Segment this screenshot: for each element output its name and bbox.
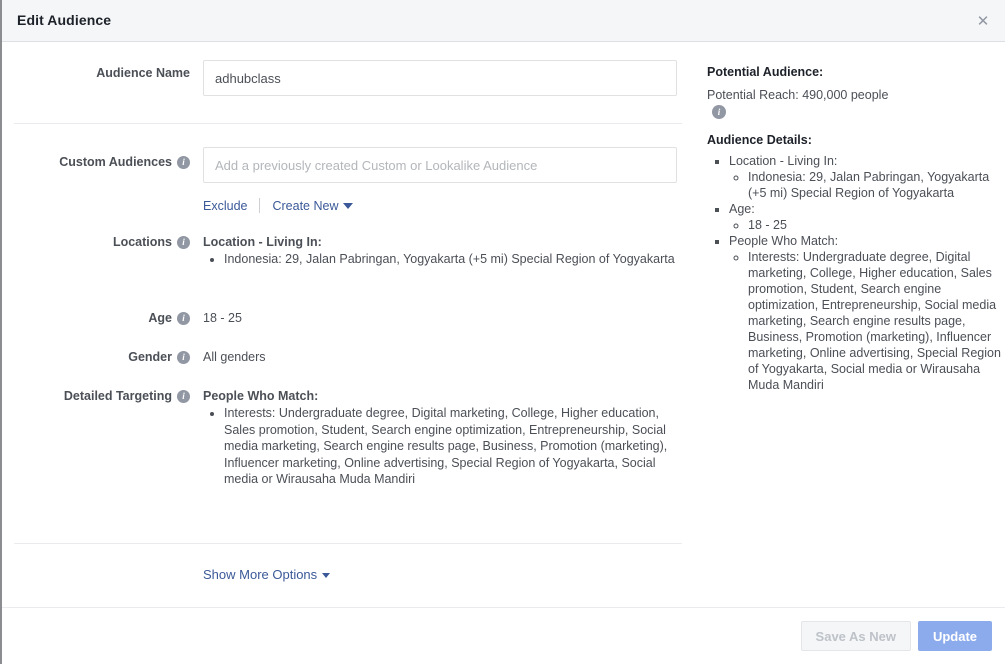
divider-top xyxy=(14,123,682,124)
info-icon[interactable]: i xyxy=(177,155,190,169)
detail-label: Age: xyxy=(729,202,755,216)
detailed-targeting-value[interactable]: People Who Match: Interests: Undergradua… xyxy=(203,389,683,488)
gender-label: Gender i xyxy=(2,350,190,364)
list-item: Interests: Undergraduate degree, Digital… xyxy=(748,249,1005,393)
dialog-footer: Save As New Update xyxy=(2,607,1005,665)
audience-form: Audience Name Custom Audiences i Exclude xyxy=(2,43,697,607)
locations-label-text: Locations xyxy=(112,235,172,249)
gender-value[interactable]: All genders xyxy=(203,350,683,364)
custom-audiences-label: Custom Audiences i xyxy=(2,155,190,169)
list-item: Age: 18 - 25 xyxy=(729,201,1005,233)
chevron-down-icon xyxy=(343,203,354,210)
detail-label: People Who Match: xyxy=(729,234,839,248)
detailed-targeting-label: Detailed Targeting i xyxy=(2,389,190,403)
age-label: Age i xyxy=(2,311,190,325)
list-item: People Who Match: Interests: Undergradua… xyxy=(729,233,1005,393)
close-icon[interactable]: ✕ xyxy=(971,10,995,34)
custom-audiences-input[interactable] xyxy=(203,147,677,183)
detail-sublist: Indonesia: 29, Jalan Pabringan, Yogyakar… xyxy=(729,169,1005,201)
audience-name-label: Audience Name xyxy=(2,66,190,80)
save-as-new-button[interactable]: Save As New xyxy=(800,621,911,651)
detail-sublist: Interests: Undergraduate degree, Digital… xyxy=(729,249,1005,393)
audience-details-title: Audience Details: xyxy=(707,133,812,147)
age-value[interactable]: 18 - 25 xyxy=(203,311,683,325)
detailed-targeting-list: Interests: Undergraduate degree, Digital… xyxy=(203,405,683,488)
list-item: 18 - 25 xyxy=(748,217,1005,233)
detail-label: Location - Living In: xyxy=(729,154,838,168)
list-item: Indonesia: 29, Jalan Pabringan, Yogyakar… xyxy=(748,169,1005,201)
exclude-link[interactable]: Exclude xyxy=(203,199,247,213)
show-more-options-label: Show More Options xyxy=(203,567,318,582)
locations-list: Indonesia: 29, Jalan Pabringan, Yogyakar… xyxy=(203,251,683,268)
create-new-link-text: Create New xyxy=(272,198,339,213)
gender-label-text: Gender xyxy=(128,350,172,364)
update-button[interactable]: Update xyxy=(917,621,992,651)
info-icon[interactable]: i xyxy=(177,350,190,364)
chevron-down-icon xyxy=(322,573,331,579)
edit-audience-dialog: Edit Audience ✕ Audience Name Custom Aud… xyxy=(0,0,1005,665)
dialog-body: Audience Name Custom Audiences i Exclude xyxy=(2,43,1005,607)
link-divider xyxy=(259,198,261,213)
info-icon[interactable]: i xyxy=(177,389,190,403)
list-item: Location - Living In: Indonesia: 29, Jal… xyxy=(729,153,1005,201)
audience-details-list: Location - Living In: Indonesia: 29, Jal… xyxy=(707,153,1005,393)
custom-audiences-links: Exclude Create New xyxy=(203,198,354,213)
audience-summary-panel: Potential Audience: Potential Reach: 490… xyxy=(707,43,1005,607)
page-title: Edit Audience xyxy=(17,12,112,28)
list-item: Interests: Undergraduate degree, Digital… xyxy=(224,405,683,488)
info-icon[interactable]: i xyxy=(177,311,190,325)
locations-value[interactable]: Location - Living In: Indonesia: 29, Jal… xyxy=(203,235,683,268)
audience-name-input[interactable] xyxy=(203,60,677,96)
custom-audiences-label-text: Custom Audiences xyxy=(59,155,172,169)
age-label-text: Age xyxy=(148,311,172,325)
list-item: Indonesia: 29, Jalan Pabringan, Yogyakar… xyxy=(224,251,683,268)
detailed-targeting-heading: People Who Match: xyxy=(203,389,319,403)
audience-name-label-text: Audience Name xyxy=(96,66,190,80)
potential-audience-title: Potential Audience: xyxy=(707,65,824,79)
divider-bottom xyxy=(14,543,682,544)
info-icon[interactable]: i xyxy=(712,105,726,119)
create-new-link[interactable]: Create New xyxy=(272,198,354,213)
potential-reach-text: Potential Reach: 490,000 people xyxy=(707,88,889,102)
show-more-options-button[interactable]: Show More Options xyxy=(203,567,331,582)
detail-sublist: 18 - 25 xyxy=(729,217,1005,233)
info-icon[interactable]: i xyxy=(177,235,190,249)
locations-label: Locations i xyxy=(2,235,190,249)
detailed-targeting-label-text: Detailed Targeting xyxy=(63,389,172,403)
dialog-header: Edit Audience ✕ xyxy=(2,0,1005,42)
locations-heading: Location - Living In: xyxy=(203,235,322,249)
